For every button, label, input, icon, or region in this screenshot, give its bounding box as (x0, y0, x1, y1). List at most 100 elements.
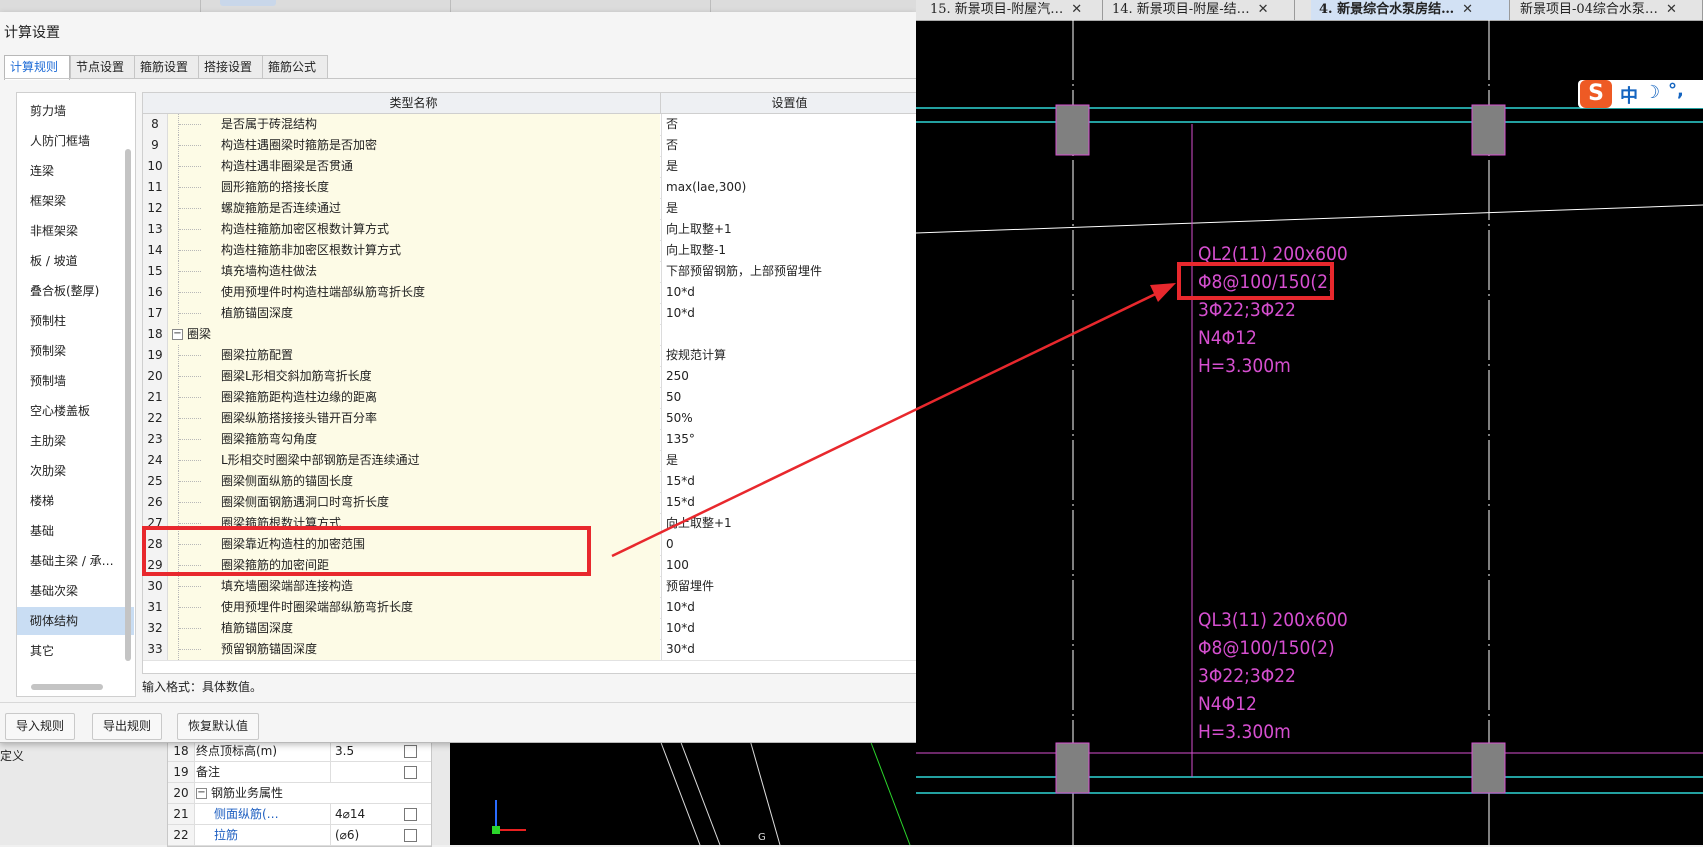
setting-value[interactable]: 0 (661, 534, 917, 555)
category-item[interactable]: 连梁 (17, 157, 134, 185)
grid-row[interactable]: 15 填充墙构造柱做法 下部预留钢筋，上部预留埋件 (143, 261, 917, 283)
property-value[interactable]: 3.5 (330, 741, 395, 761)
property-value[interactable]: (⌀6) (330, 825, 395, 845)
grid-group-row[interactable]: 18− 圈梁 (143, 324, 917, 346)
grid-row[interactable]: 13 构造柱箍筋加密区根数计算方式 向上取整+1 (143, 219, 917, 241)
cad-drawing[interactable]: QL2(11) 200x600 Φ8@100/150(2) 3Φ22;3Φ22 … (916, 20, 1703, 845)
cad-tab[interactable]: 14. 新景项目-附屋-结… ✕ (1104, 0, 1295, 20)
export-rules-button[interactable]: 导出规则 (92, 713, 163, 740)
setting-value[interactable]: 向上取整-1 (661, 240, 917, 261)
setting-value[interactable]: 250 (661, 366, 917, 387)
collapse-toggle-icon[interactable]: − (196, 788, 207, 799)
setting-value[interactable]: 是 (661, 450, 917, 471)
grid-row[interactable]: 12 螺旋箍筋是否连续通过 是 (143, 198, 917, 220)
setting-value[interactable]: 向上取整+1 (661, 219, 917, 240)
tab-node-settings[interactable]: 节点设置 (70, 55, 136, 78)
setting-value[interactable]: 否 (661, 135, 917, 156)
property-row[interactable]: 21 侧面纵筋(… 4⌀14 (168, 804, 431, 825)
property-link-label[interactable]: 侧面纵筋(… (196, 804, 344, 824)
setting-value[interactable] (661, 324, 917, 345)
restore-defaults-button[interactable]: 恢复默认值 (177, 713, 260, 740)
category-item[interactable]: 叠合板(整厚) (17, 277, 134, 305)
cad-tab-active[interactable]: 4. 新景综合水泵房结… ✕ (1311, 0, 1510, 20)
cad-tab[interactable]: 新景项目-04综合水泵… ✕ (1512, 0, 1703, 20)
category-item[interactable]: 其它 (17, 637, 134, 665)
category-item[interactable]: 框架梁 (17, 187, 134, 215)
setting-value[interactable]: 下部预留钢筋，上部预留埋件 (661, 261, 917, 282)
grid-row[interactable]: 17 植筋锚固深度 10*d (143, 303, 917, 325)
sogou-logo-icon[interactable]: S (1580, 80, 1612, 108)
setting-value[interactable]: 50 (661, 387, 917, 408)
category-item[interactable]: 基础次梁 (17, 577, 134, 605)
grid-row[interactable]: 24 L形相交时圈梁中部钢筋是否连续通过 是 (143, 450, 917, 472)
beam-ql3-annotation[interactable]: QL3(11) 200x600 Φ8@100/150(2) 3Φ22;3Φ22 … (1198, 609, 1348, 743)
setting-value[interactable]: 15*d (661, 471, 917, 492)
category-item[interactable]: 次肋梁 (17, 457, 134, 485)
moon-icon[interactable]: ☽ (1644, 82, 1660, 103)
setting-value[interactable]: 向上取整+1 (661, 513, 917, 534)
setting-value[interactable]: 10*d (661, 282, 917, 303)
background-drawing-canvas[interactable]: G (450, 740, 916, 845)
tab-lap-settings[interactable]: 搭接设置 (198, 55, 264, 78)
category-item-selected[interactable]: 砌体结构 (17, 607, 134, 635)
grid-row[interactable]: 32 植筋锚固深度 10*d (143, 618, 917, 640)
category-item[interactable]: 人防门框墙 (17, 127, 134, 155)
grid-row[interactable]: 20 圈梁L形相交斜加筋弯折长度 250 (143, 366, 917, 388)
grid-row[interactable]: 10 构造柱遇非圈梁是否贯通 是 (143, 156, 917, 178)
property-row[interactable]: 22 拉筋 (⌀6) (168, 825, 431, 846)
property-row[interactable]: 20 − 钢筋业务属性 (168, 783, 431, 804)
category-item[interactable]: 预制柱 (17, 307, 134, 335)
collapse-toggle-icon[interactable]: − (172, 329, 183, 340)
grid-row[interactable]: 19 圈梁拉筋配置 按规范计算 (143, 345, 917, 367)
property-checkbox[interactable] (404, 745, 417, 758)
category-item[interactable]: 剪力墙 (17, 97, 134, 125)
tab-stirrup-formula[interactable]: 箍筋公式 (262, 55, 328, 78)
grid-row[interactable]: 22 圈梁纵筋搭接接头错开百分率 50% (143, 408, 917, 430)
grid-row[interactable]: 33 预留钢筋锚固深度 30*d (143, 639, 917, 661)
grid-row[interactable]: 21 圈梁箍筋距构造柱边缘的距离 50 (143, 387, 917, 409)
setting-value[interactable]: max(lae,300) (661, 177, 917, 198)
property-checkbox[interactable] (404, 829, 417, 842)
tab-calc-rules[interactable]: 计算规则 (4, 55, 70, 80)
category-item[interactable]: 主肋梁 (17, 427, 134, 455)
grid-row[interactable]: 23 圈梁箍筋弯勾角度 135° (143, 429, 917, 451)
close-icon[interactable]: ✕ (1258, 0, 1269, 20)
language-toggle[interactable]: 中 (1620, 82, 1638, 108)
grid-row[interactable]: 9 构造柱遇圈梁时箍筋是否加密 否 (143, 135, 917, 157)
category-item[interactable]: 基础主梁 / 承… (17, 547, 134, 575)
grid-row[interactable]: 14 构造柱箍筋非加密区根数计算方式 向上取整-1 (143, 240, 917, 262)
punctuation-toggle[interactable]: °, (1668, 80, 1684, 101)
grid-row[interactable]: 11 圆形箍筋的搭接长度 max(lae,300) (143, 177, 917, 199)
setting-value[interactable]: 按规范计算 (661, 345, 917, 366)
property-value[interactable]: 4⌀14 (330, 804, 395, 824)
grid-row[interactable]: 8 是否属于砖混结构 否 (143, 114, 917, 136)
close-icon[interactable]: ✕ (1666, 0, 1677, 20)
category-item[interactable]: 预制梁 (17, 337, 134, 365)
category-item[interactable]: 空心楼盖板 (17, 397, 134, 425)
setting-value[interactable]: 15*d (661, 492, 917, 513)
grid-row[interactable]: 26 圈梁侧面钢筋遇洞口时弯折长度 15*d (143, 492, 917, 514)
close-icon[interactable]: ✕ (1462, 0, 1473, 20)
category-item[interactable]: 板 / 坡道 (17, 247, 134, 275)
category-item[interactable]: 预制墙 (17, 367, 134, 395)
category-item[interactable]: 基础 (17, 517, 134, 545)
property-link-label[interactable]: 拉筋 (196, 825, 344, 845)
close-icon[interactable]: ✕ (1071, 0, 1082, 20)
setting-value[interactable]: 50% (661, 408, 917, 429)
property-value[interactable] (330, 762, 395, 782)
setting-value[interactable]: 是 (661, 198, 917, 219)
grid-row[interactable]: 25 圈梁侧面纵筋的锚固长度 15*d (143, 471, 917, 493)
property-row[interactable]: 19 备注 (168, 762, 431, 783)
tab-stirrup-settings[interactable]: 箍筋设置 (134, 55, 200, 78)
property-checkbox[interactable] (404, 766, 417, 779)
setting-value[interactable]: 10*d (661, 618, 917, 639)
setting-value[interactable]: 是 (661, 156, 917, 177)
cad-tab[interactable]: 15. 新景项目-附屋汽… ✕ (922, 0, 1103, 20)
category-item[interactable]: 楼梯 (17, 487, 134, 515)
setting-value[interactable]: 10*d (661, 303, 917, 324)
import-rules-button[interactable]: 导入规则 (5, 713, 76, 740)
category-vertical-scrollbar[interactable] (125, 149, 131, 661)
grid-row[interactable]: 30 填充墙圈梁端部连接构造 预留埋件 (143, 576, 917, 598)
property-checkbox[interactable] (404, 808, 417, 821)
input-method-toolbar[interactable]: S 中 ☽ °, (1578, 80, 1703, 108)
